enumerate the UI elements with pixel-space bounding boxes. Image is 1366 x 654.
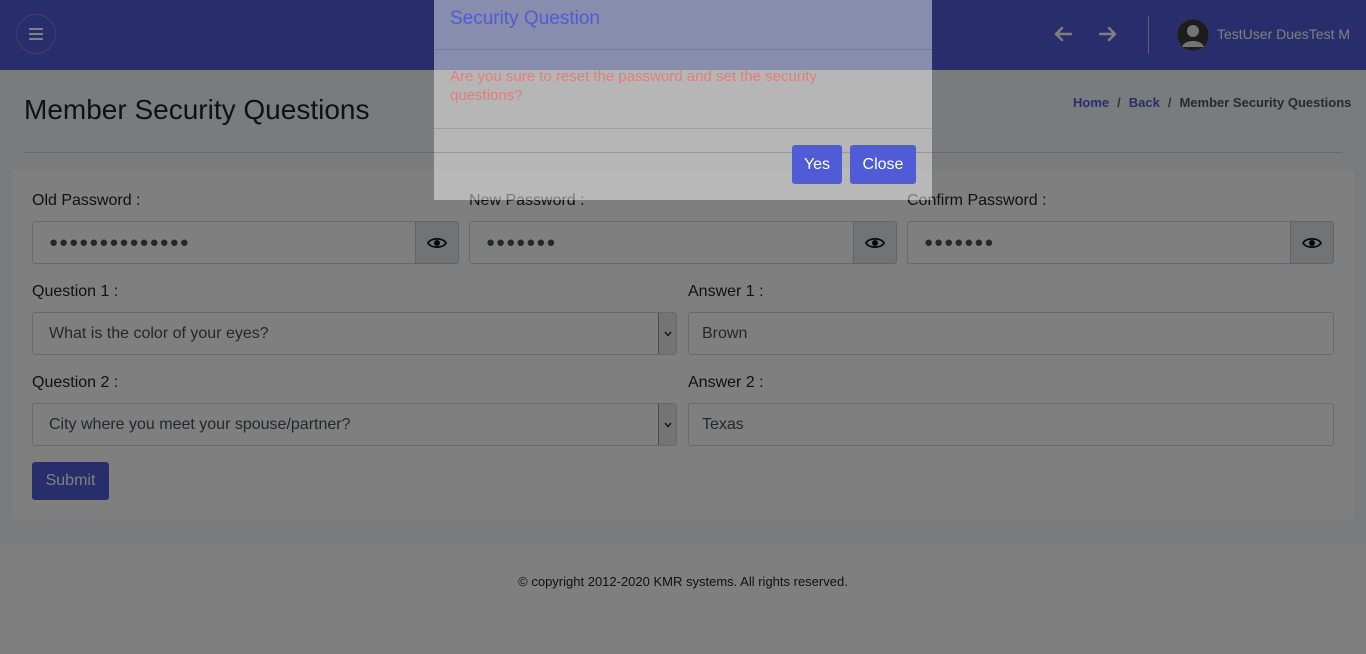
dialog-message: Are you sure to reset the password and s… xyxy=(450,68,817,104)
dialog-yes-button[interactable]: Yes xyxy=(792,145,842,184)
security-question-dialog: Security Question Are you sure to reset … xyxy=(434,0,932,200)
dialog-footer-divider xyxy=(434,128,932,129)
dialog-close-button[interactable]: Close xyxy=(850,145,916,184)
dialog-header-divider xyxy=(434,49,932,50)
dialog-title: Security Question xyxy=(450,8,600,29)
